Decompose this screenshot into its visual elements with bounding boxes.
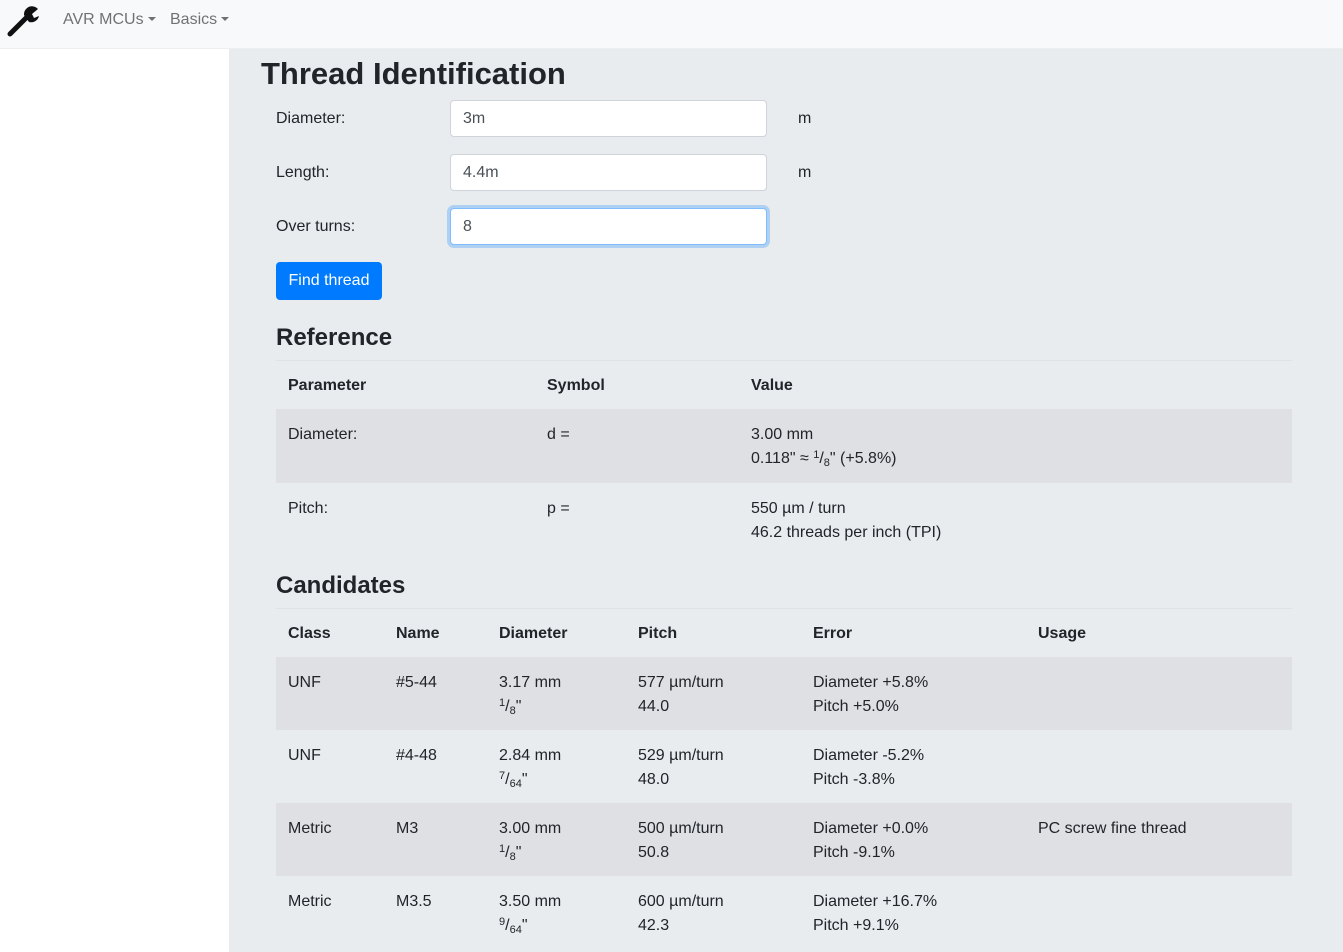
column-header: Value [751,377,793,394]
value-metric: 3.00 mm [751,426,814,443]
column-header: Parameter [288,377,367,394]
pitch-cell: 600 µm/turn 42.3 [638,893,724,934]
reference-heading: Reference [276,324,393,351]
diameter-cell: 3.00 mm 1/8" [499,820,562,863]
pitch-cell: 500 µm/turn 50.8 [638,820,724,861]
over-turns-label: Over turns: [276,218,356,235]
main-content: Thread Identification Diameter: m Length… [229,49,1343,952]
diameter-cell: 2.84 mm 7/64" [499,747,562,790]
diameter-unit: m [798,110,812,127]
column-header: Diameter [499,625,568,642]
page-title: Thread Identification [261,56,566,91]
sidebar [0,49,229,952]
name-cell: #5-44 [396,674,437,691]
pitch-cell: 529 µm/turn 48.0 [638,747,724,788]
caret-down-icon [221,17,230,21]
caret-down-icon [147,17,156,21]
table-row: UNF #4-48 2.84 mm 7/64" 529 µm/turn 48.0 D… [276,730,1292,803]
value-tpi: 46.2 threads per inch (TPI) [751,524,942,541]
value-metric: 550 µm / turn [751,500,846,517]
diameter-cell: 3.50 mm 9/64" [499,893,562,936]
symbol-cell: p = [547,500,570,517]
column-header: Usage [1038,625,1087,642]
table-row: Diameter: d = 3.00 mm 0.118" ≈ 1/8" (+5.… [276,409,1292,483]
value-cell: 550 µm / turn 46.2 threads per inch (TPI… [751,497,941,545]
parameter-cell: Pitch: [288,500,329,517]
nav-dropdown-avr-mcus[interactable]: AVR MCUs [63,11,156,29]
value-imperial: 0.118" ≈ 1/8" (+5.8%) [751,449,897,469]
usage-cell: PC screw fine thread [1038,820,1187,837]
over-turns-input[interactable] [450,208,767,245]
length-label: Length: [276,164,330,181]
nav-dropdown-basics[interactable]: Basics [170,11,230,29]
candidates-heading: Candidates [276,572,406,599]
nav-dropdown-label: AVR MCUs [63,11,144,28]
class-cell: Metric [288,820,332,837]
name-cell: M3 [396,820,419,837]
name-cell: #4-48 [396,747,437,764]
name-cell: M3.5 [396,893,432,910]
table-header-row: Parameter Symbol Value [276,361,1292,409]
error-cell: Diameter +0.0% Pitch -9.1% [813,820,929,861]
wrench-icon[interactable] [6,5,40,37]
error-cell: Diameter +5.8% Pitch +5.0% [813,674,929,715]
value-cell: 3.00 mm 0.118" ≈ 1/8" (+5.8%) [751,423,897,471]
error-cell: Diameter +16.7% Pitch +9.1% [813,893,938,934]
find-thread-button[interactable]: Find thread [276,262,382,300]
length-input[interactable] [450,154,767,191]
reference-table: Parameter Symbol Value Diameter: d = 3.0… [276,361,1292,557]
nav-dropdown-label: Basics [170,11,218,28]
class-cell: UNF [288,747,321,764]
candidates-table: Class Name Diameter Pitch Error Usage UN… [276,609,1292,949]
table-row: Metric M3 3.00 mm 1/8" 500 µm/turn 50.8 Di… [276,803,1292,876]
top-navbar: AVR MCUs Basics [0,0,1343,49]
diameter-cell: 3.17 mm 1/8" [499,674,562,717]
table-header-row: Class Name Diameter Pitch Error Usage [276,609,1292,657]
class-cell: UNF [288,674,321,691]
table-row: UNF #5-44 3.17 mm 1/8" 577 µm/turn 44.0 Di… [276,657,1292,730]
class-cell: Metric [288,893,332,910]
pitch-cell: 577 µm/turn 44.0 [638,674,724,715]
table-row: Pitch: p = 550 µm / turn 46.2 threads pe… [276,483,1292,557]
column-header: Error [813,625,853,642]
diameter-input[interactable] [450,100,767,137]
column-header: Name [396,625,440,642]
column-header: Pitch [638,625,678,642]
length-unit: m [798,164,812,181]
symbol-cell: d = [547,426,570,443]
column-header: Symbol [547,377,605,394]
error-cell: Diameter -5.2% Pitch -3.8% [813,747,925,788]
parameter-cell: Diameter: [288,426,358,443]
diameter-label: Diameter: [276,110,346,127]
column-header: Class [288,625,331,642]
table-row: Metric M3.5 3.50 mm 9/64" 600 µm/turn 42.3… [276,876,1292,949]
